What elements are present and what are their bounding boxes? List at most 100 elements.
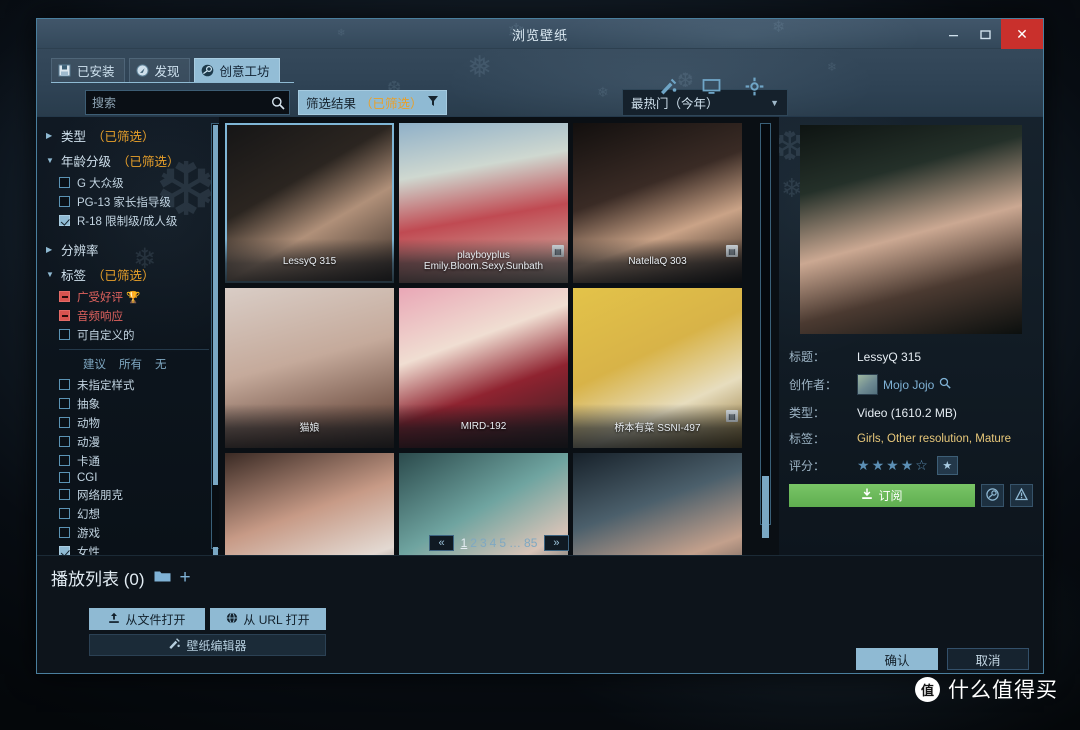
checkbox[interactable] <box>59 215 70 226</box>
report-button[interactable] <box>1010 484 1033 507</box>
checkbox[interactable] <box>59 436 70 447</box>
subscribe-button[interactable]: 订阅 <box>789 484 975 507</box>
star-filled-icon[interactable]: ★ <box>872 457 885 474</box>
sidebar-option-pg13[interactable]: PG-13 家长指导级 <box>37 192 219 211</box>
open-from-url-button[interactable]: 从 URL 打开 <box>210 608 326 630</box>
sidebar-option-customizable[interactable]: 可自定义的 <box>37 325 219 344</box>
checkbox-excluded[interactable] <box>59 310 70 321</box>
sidebar-option-acclaimed[interactable]: 广受好评 🏆 <box>37 287 219 306</box>
tag-item-female[interactable]: 女性 <box>37 542 219 555</box>
sidebar-option-r18[interactable]: R-18 限制级/成人级 <box>37 211 219 230</box>
wallpaper-caption: LessyQ 315 <box>225 239 394 283</box>
tag-item[interactable]: 网络朋克 <box>37 485 219 504</box>
close-icon[interactable]: ✕ <box>1001 19 1043 49</box>
star-filled-icon[interactable]: ★ <box>901 457 914 474</box>
confirm-button[interactable]: 确认 <box>856 648 938 670</box>
search-icon[interactable] <box>267 96 289 110</box>
wallpaper-thumb[interactable]: 猫娘 <box>225 288 394 448</box>
pagination-prev-button[interactable]: « <box>429 535 454 551</box>
checkbox[interactable] <box>59 417 70 428</box>
search-input[interactable] <box>86 95 267 110</box>
tab-installed[interactable]: 已安装 <box>51 58 125 82</box>
gear-icon[interactable] <box>745 77 764 96</box>
wallpaper-thumb[interactable]: LessyQ 315 <box>225 123 394 283</box>
filter-results-button[interactable]: 筛选结果 （已筛选） <box>298 90 447 115</box>
tag-item[interactable]: 抽象 <box>37 394 219 413</box>
wallpaper-thumb[interactable]: MIRD-192 <box>399 288 568 448</box>
grid-scrollbar[interactable] <box>760 123 771 538</box>
pagination-page-2[interactable]: 2 <box>470 536 477 550</box>
minimize-icon[interactable] <box>937 19 969 49</box>
sidebar-option-g[interactable]: G 大众级 <box>37 173 219 192</box>
sidebar-group-tags[interactable]: ▼ 标签 （已筛选） <box>37 262 219 287</box>
sidebar-scrollbar[interactable] <box>211 123 219 555</box>
sidebar-group-type-state: （已筛选） <box>92 130 155 144</box>
pagination-page-last[interactable]: 85 <box>524 536 537 550</box>
wallpaper-editor-icon[interactable] <box>659 77 678 96</box>
checkbox[interactable] <box>59 398 70 409</box>
detail-value-author[interactable]: Mojo Jojo <box>857 374 952 395</box>
checkbox[interactable] <box>59 546 70 555</box>
sidebar-group-type[interactable]: ▶ 类型 （已筛选） <box>37 123 219 148</box>
checkbox[interactable] <box>59 329 70 340</box>
author-name[interactable]: Mojo Jojo <box>883 378 934 392</box>
search-icon[interactable] <box>939 377 952 392</box>
sidebar-option-audioresponsive[interactable]: 音频响应 <box>37 306 219 325</box>
open-from-file-label: 从文件打开 <box>125 612 186 627</box>
tag-action-suggested[interactable]: 建议 <box>83 356 106 372</box>
detail-value-title: LessyQ 315 <box>857 349 922 364</box>
grid-scrollbar-thumb[interactable] <box>762 476 769 538</box>
tag-item[interactable]: 幻想 <box>37 504 219 523</box>
tag-item[interactable]: 动漫 <box>37 432 219 451</box>
preview-image[interactable] <box>800 125 1022 334</box>
checkbox[interactable] <box>59 196 70 207</box>
pagination-page-1[interactable]: 1 <box>461 536 468 550</box>
checkbox[interactable] <box>59 508 70 519</box>
tag-action-none[interactable]: 无 <box>155 356 167 372</box>
tag-item[interactable]: 未指定样式 <box>37 375 219 394</box>
open-from-file-button[interactable]: 从文件打开 <box>89 608 205 630</box>
tag-item[interactable]: 游戏 <box>37 523 219 542</box>
star-filled-icon[interactable]: ★ <box>886 457 899 474</box>
star-icon: ★ <box>942 460 953 472</box>
sidebar-group-agerating[interactable]: ▼ 年龄分级 （已筛选） <box>37 148 219 173</box>
tag-action-all[interactable]: 所有 <box>119 356 142 372</box>
workshop-link-button[interactable] <box>981 484 1004 507</box>
chevron-down-icon: ▼ <box>46 270 54 279</box>
tab-workshop[interactable]: 创意工坊 <box>193 58 280 82</box>
maximize-icon[interactable] <box>969 19 1001 49</box>
wallpaper-caption: 桥本有菜 SSNI-497 <box>573 404 742 448</box>
cancel-button[interactable]: 取消 <box>947 648 1029 670</box>
rate-button[interactable]: ★ <box>936 456 958 475</box>
folder-icon[interactable] <box>154 569 171 587</box>
monitor-icon[interactable] <box>702 77 721 96</box>
star-filled-icon[interactable]: ★ <box>857 457 870 474</box>
pagination-page-3[interactable]: 3 <box>480 536 487 550</box>
checkbox-excluded[interactable] <box>59 291 70 302</box>
wallpaper-editor-button[interactable]: 壁纸编辑器 <box>89 634 326 656</box>
star-empty-icon[interactable]: ☆ <box>915 457 928 474</box>
checkbox[interactable] <box>59 379 70 390</box>
pagination-page-5[interactable]: 5 <box>499 536 506 550</box>
tag-item[interactable]: 动物 <box>37 413 219 432</box>
wallpaper-grid-panel: LessyQ 315 ▤ playboyplus Emily.Bloom.Sex… <box>219 117 779 613</box>
checkbox[interactable] <box>59 489 70 500</box>
checkbox[interactable] <box>59 177 70 188</box>
wallpaper-thumb[interactable]: ▤ playboyplus Emily.Bloom.Sexy.Sunbath <box>399 123 568 283</box>
pagination-next-button[interactable]: » <box>544 535 569 551</box>
plus-icon[interactable]: + <box>180 567 191 589</box>
search-box[interactable] <box>85 90 290 115</box>
tag-item[interactable]: 卡通 <box>37 451 219 470</box>
detail-label-author: 创作者： <box>789 378 838 392</box>
checkbox[interactable] <box>59 472 70 483</box>
pagination-page-4[interactable]: 4 <box>490 536 497 550</box>
wallpaper-thumb[interactable]: ▤ 桥本有菜 SSNI-497 <box>573 288 742 448</box>
chevron-down-icon: ▼ <box>770 97 779 108</box>
checkbox[interactable] <box>59 455 70 466</box>
checkbox[interactable] <box>59 527 70 538</box>
rating-stars[interactable]: ★ ★ ★ ★ ☆ ★ <box>857 456 958 475</box>
sidebar-group-resolution[interactable]: ▶ 分辨率 <box>37 237 219 262</box>
wallpaper-thumb[interactable]: ▤ NatellaQ 303 <box>573 123 742 283</box>
tab-discover[interactable]: 发现 <box>128 58 190 82</box>
tag-item[interactable]: CGI <box>37 470 219 485</box>
